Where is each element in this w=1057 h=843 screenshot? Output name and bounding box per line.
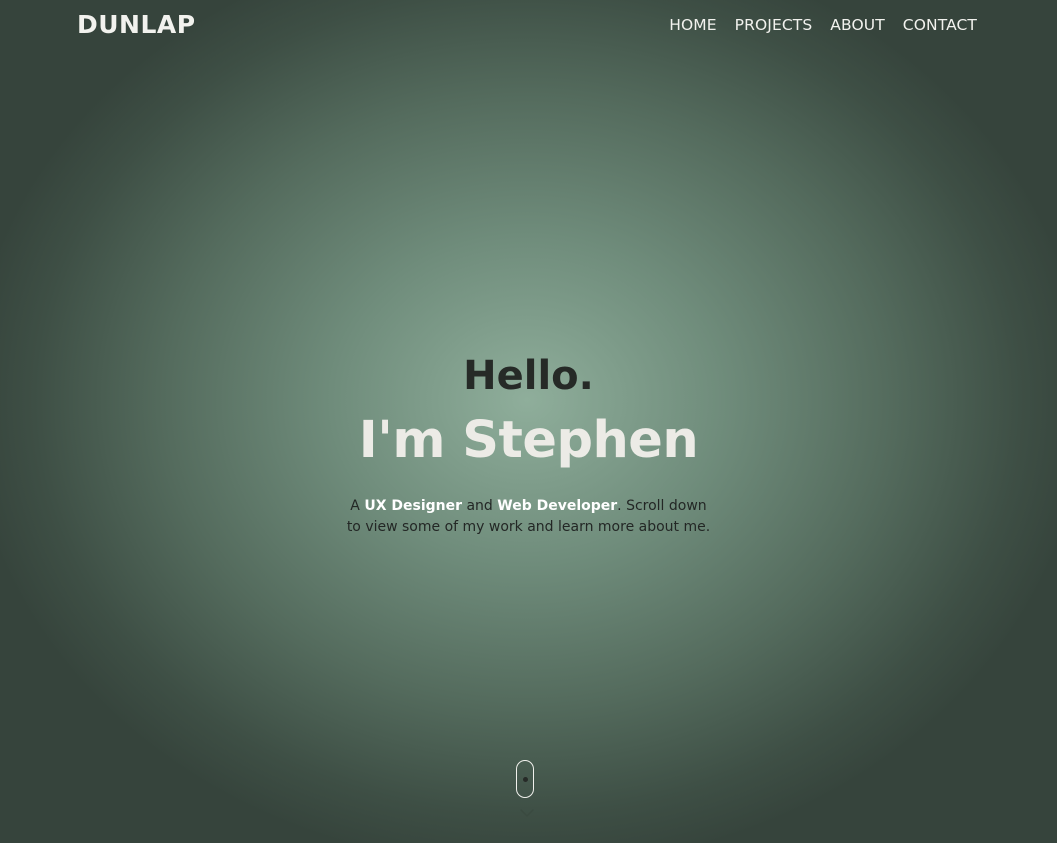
nav-home-link[interactable]: HOME xyxy=(669,14,716,36)
hero-intro: A UX Designer and Web Developer. Scroll … xyxy=(329,496,729,538)
chevron-down-icon[interactable] xyxy=(519,808,535,818)
site-header: DUNLAP HOME PROJECTS ABOUT CONTACT xyxy=(0,0,1057,50)
intro-suffix-line1: . Scroll down xyxy=(617,498,707,514)
main-nav: HOME PROJECTS ABOUT CONTACT xyxy=(669,14,977,36)
intro-prefix: A xyxy=(350,498,365,514)
mouse-scroll-icon[interactable] xyxy=(516,760,534,798)
nav-about-link[interactable]: ABOUT xyxy=(830,14,884,36)
hero-section: Hello. I'm Stephen A UX Designer and Web… xyxy=(0,348,1057,538)
intro-role-ux: UX Designer xyxy=(364,498,462,514)
scroll-wheel-dot xyxy=(522,777,528,782)
hero-name: I'm Stephen xyxy=(358,411,699,470)
site-logo[interactable]: DUNLAP xyxy=(77,9,196,41)
hero-greeting: Hello. xyxy=(463,353,594,399)
nav-contact-link[interactable]: CONTACT xyxy=(903,14,977,36)
intro-and: and xyxy=(462,498,498,514)
intro-suffix-line2: to view some of my work and learn more a… xyxy=(346,519,711,535)
intro-role-web: Web Developer xyxy=(497,498,618,514)
nav-projects-link[interactable]: PROJECTS xyxy=(735,14,813,36)
